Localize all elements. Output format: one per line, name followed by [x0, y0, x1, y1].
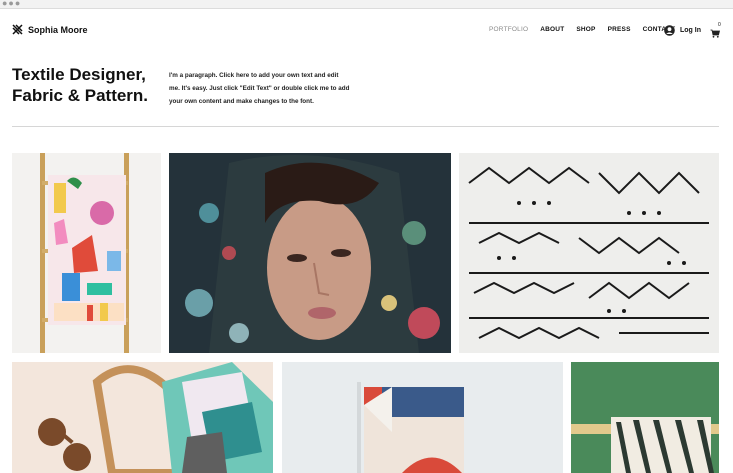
gallery-image-green-towel[interactable]: [571, 362, 719, 473]
gallery-image-geometric-towel[interactable]: [282, 362, 563, 473]
gallery-image-patterned-fabric[interactable]: [459, 153, 719, 353]
site-logo[interactable]: Sophia Moore: [12, 24, 88, 35]
paragraph-line: me. It's easy. Just click "Edit Text" or…: [169, 85, 350, 92]
gallery-image-bag-scarf[interactable]: [12, 362, 273, 473]
hero-paragraph: I'm a paragraph. Click here to add your …: [169, 69, 369, 108]
site-name: Sophia Moore: [28, 24, 88, 35]
browser-top-bar: ●●●: [0, 0, 733, 9]
nav-item-portfolio[interactable]: PORTFOLIO: [489, 26, 528, 33]
login-label: Log In: [680, 27, 701, 34]
logo-mark-icon: [12, 24, 23, 35]
gallery-image-towel-ladder[interactable]: [12, 153, 161, 353]
cart-icon: [710, 29, 721, 38]
hero-headline: Textile Designer, Fabric & Pattern.: [12, 64, 148, 106]
paragraph-line: your own content and make changes to the…: [169, 98, 314, 105]
section-divider: [12, 126, 719, 127]
cart-count: 0: [718, 22, 721, 28]
gallery-image-woman-scarf[interactable]: [169, 153, 451, 353]
window-controls-icon[interactable]: ●●●: [2, 0, 21, 8]
headline-line: Textile Designer,: [12, 65, 146, 84]
user-icon: [664, 25, 675, 36]
nav-item-press[interactable]: PRESS: [608, 26, 631, 33]
nav-item-about[interactable]: ABOUT: [540, 26, 564, 33]
nav-item-shop[interactable]: SHOP: [576, 26, 595, 33]
cart-button[interactable]: 0: [710, 22, 721, 43]
login-button[interactable]: Log In: [664, 25, 701, 36]
headline-line: Fabric & Pattern.: [12, 86, 149, 105]
paragraph-line: I'm a paragraph. Click here to add your …: [169, 72, 339, 79]
main-nav: PORTFOLIO ABOUT SHOP PRESS CONTACT: [489, 26, 675, 33]
